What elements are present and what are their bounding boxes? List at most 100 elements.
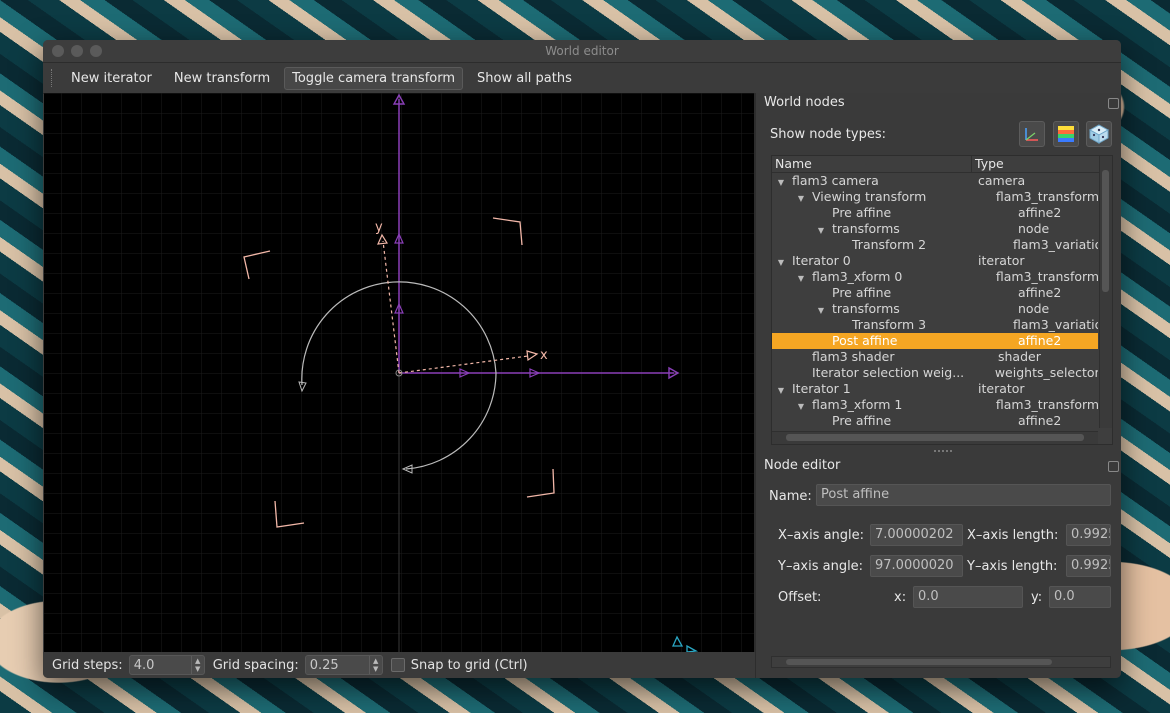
tree-row-name: ▼ flam3_xform 1: [772, 397, 993, 413]
expand-arrow-icon[interactable]: ▼: [776, 175, 786, 189]
tree-row-type: flam3_transform: [995, 189, 1098, 204]
dice-type-button[interactable]: [1086, 121, 1112, 147]
tree-row[interactable]: Pre affine affine2: [772, 413, 1098, 429]
tree-horizontal-scrollbar[interactable]: [772, 431, 1098, 444]
tree-row-name: ▼ flam3_xform 0: [772, 269, 993, 285]
tree-row[interactable]: Transform 2 flam3_variation: [772, 237, 1098, 253]
expand-arrow-icon[interactable]: ▼: [796, 191, 806, 205]
editor-horizontal-scrollbar[interactable]: [771, 656, 1111, 668]
toggle-camera-transform-button[interactable]: Toggle camera transform: [284, 66, 464, 90]
spin-down-icon[interactable]: ▼: [373, 665, 378, 673]
tree-row-type: flam3_variation: [1013, 237, 1098, 252]
expand-arrow-icon[interactable]: ▼: [796, 271, 806, 285]
transform-canvas[interactable]: y x: [44, 93, 754, 652]
palette-type-button[interactable]: [1053, 121, 1079, 147]
tree-row-label: transforms: [832, 301, 900, 316]
tree-row-label: Post affine: [832, 333, 898, 348]
tree-row-label: flam3 camera: [792, 173, 879, 188]
tree-row-type: flam3_transform: [995, 397, 1098, 412]
grid-spacing-value[interactable]: 0.25: [310, 658, 339, 673]
float-panel-icon[interactable]: [1108, 98, 1119, 109]
show-node-types-label: Show node types:: [770, 127, 886, 142]
panel-resize-handle[interactable]: [934, 450, 952, 452]
show-all-paths-button[interactable]: Show all paths: [469, 67, 580, 90]
y-axis-angle-field[interactable]: 97.0000020: [870, 555, 963, 577]
offset-y-field[interactable]: 0.0: [1049, 586, 1111, 608]
editor-scroll-thumb[interactable]: [786, 659, 1052, 665]
tree-row-type: camera: [978, 173, 1026, 188]
tree-row[interactable]: ▼ flam3_xform 1 flam3_transform: [772, 397, 1098, 413]
x-axis-length-field[interactable]: 0.9925: [1066, 524, 1111, 546]
tree-row[interactable]: flam3 shader shader: [772, 349, 1098, 365]
tree-row-type: shader: [998, 349, 1041, 364]
grid-spacing-spinbox[interactable]: 0.25 ▲ ▼: [304, 655, 383, 675]
world-nodes-title: World nodes: [764, 95, 845, 110]
node-editor-title: Node editor: [764, 458, 841, 473]
world-nodes-tree[interactable]: Name Type ▼ flam3 camera camera ▼ Viewing tr…: [771, 155, 1113, 445]
tree-row-type: weights_selector: [994, 365, 1098, 380]
expand-arrow-icon[interactable]: ▼: [816, 223, 826, 237]
snap-to-grid-checkbox[interactable]: [390, 658, 405, 672]
expand-arrow-icon[interactable]: ▼: [776, 383, 786, 397]
toolbar-grip[interactable]: [51, 69, 55, 87]
grid-steps-arrows[interactable]: ▲ ▼: [190, 656, 204, 674]
x-axis-length-label: X–axis length:: [967, 528, 1059, 543]
tree-row[interactable]: ▼ Iterator 0 iterator: [772, 253, 1098, 269]
expand-arrow-icon[interactable]: ▼: [796, 399, 806, 413]
tree-row[interactable]: ▼ flam3 camera camera: [772, 173, 1098, 189]
grid-steps-label: Grid steps:: [52, 657, 123, 673]
canvas-svg[interactable]: y x: [44, 93, 754, 652]
offset-x-field[interactable]: 0.0: [913, 586, 1023, 608]
tree-row[interactable]: Iterator selection weig... weights_select…: [772, 365, 1098, 381]
snap-to-grid-label[interactable]: Snap to grid (Ctrl): [411, 658, 528, 673]
tree-row[interactable]: Post affine affine2: [772, 333, 1098, 349]
tree-row[interactable]: Transform 3 flam3_variation: [772, 317, 1098, 333]
y-axis-length-field[interactable]: 0.9925: [1066, 555, 1111, 577]
type-column-header[interactable]: Type: [972, 156, 1004, 172]
post-affine-y-label: y: [375, 220, 383, 235]
tree-row[interactable]: ▼ Viewing transform flam3_transform: [772, 189, 1098, 205]
tree-row[interactable]: Pre affine affine2: [772, 285, 1098, 301]
tree-row-name: Transform 2: [772, 237, 1010, 253]
tree-row-type: affine2: [1018, 205, 1062, 220]
grid-steps-spinbox[interactable]: 4.0 ▲ ▼: [128, 655, 205, 675]
tree-row-label: Viewing transform: [812, 189, 927, 204]
x-axis-angle-field[interactable]: 7.00000202: [870, 524, 963, 546]
tree-row[interactable]: ▼ Iterator 1 iterator: [772, 381, 1098, 397]
axes-type-button[interactable]: [1019, 121, 1045, 147]
offset-label: Offset:: [778, 590, 822, 605]
tree-row[interactable]: Pre affine affine2: [772, 205, 1098, 221]
grid-spacing-arrows[interactable]: ▲ ▼: [368, 656, 382, 674]
name-field[interactable]: Post affine: [816, 484, 1111, 506]
new-iterator-button[interactable]: New iterator: [63, 67, 160, 90]
grid-steps-value[interactable]: 4.0: [134, 658, 155, 673]
horizontal-scroll-thumb[interactable]: [786, 434, 1084, 441]
tree-row-name: flam3 shader: [772, 349, 995, 365]
tree-row-label: Transform 2: [852, 237, 927, 252]
tree-row-type: iterator: [978, 253, 1025, 268]
tree-row[interactable]: ▼ transforms node: [772, 301, 1098, 317]
new-transform-button[interactable]: New transform: [166, 67, 278, 90]
tree-row-name: ▼ Iterator 1: [772, 381, 975, 397]
tree-row-type: iterator: [978, 381, 1025, 396]
tree-row[interactable]: ▼ flam3_xform 0 flam3_transform: [772, 269, 1098, 285]
tree-vertical-scrollbar[interactable]: [1099, 156, 1112, 428]
spin-up-icon[interactable]: ▲: [195, 657, 200, 665]
tree-row-type: node: [1018, 301, 1050, 316]
float-panel-icon[interactable]: [1108, 461, 1119, 472]
expand-arrow-icon[interactable]: ▼: [816, 303, 826, 317]
tree-row-label: Transform 3: [852, 317, 927, 332]
tree-row[interactable]: ▼ transforms node: [772, 221, 1098, 237]
title-bar: World editor: [43, 40, 1121, 63]
tree-row-type: affine2: [1018, 413, 1062, 428]
spin-down-icon[interactable]: ▼: [195, 665, 200, 673]
vertical-scroll-thumb[interactable]: [1102, 170, 1109, 292]
tree-row-type: flam3_variation: [1013, 317, 1098, 332]
tree-row-label: Pre affine: [832, 205, 892, 220]
spin-up-icon[interactable]: ▲: [373, 657, 378, 665]
tree-row-label: Pre affine: [832, 285, 892, 300]
tree-row-label: flam3_xform 0: [812, 269, 903, 284]
post-affine-x-label: x: [540, 348, 548, 363]
expand-arrow-icon[interactable]: ▼: [776, 255, 786, 269]
name-column-header[interactable]: Name: [772, 156, 972, 172]
